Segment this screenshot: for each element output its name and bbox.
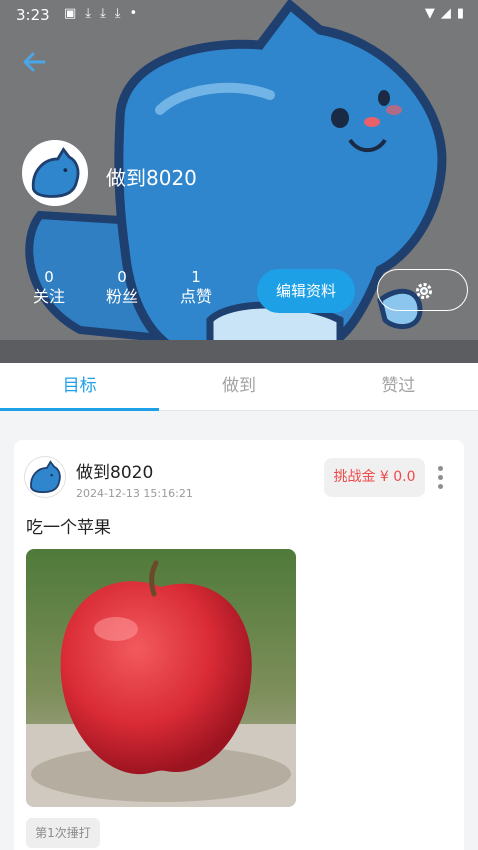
more-options-icon[interactable] (433, 464, 447, 492)
followers-stat[interactable]: 0 粉丝 (92, 268, 152, 308)
profile-username: 做到8020 (106, 166, 197, 190)
apple-photo (26, 549, 296, 807)
likes-stat[interactable]: 1 点赞 (166, 268, 226, 308)
cat-avatar-icon (24, 142, 86, 204)
post-timestamp: 2024-12-13 15:16:21 (76, 487, 193, 500)
post-card[interactable]: 做到8020 2024-12-13 15:16:21 挑战金 ¥ 0.0 吃一个… (14, 440, 464, 850)
settings-button[interactable] (377, 269, 468, 311)
back-arrow-icon (23, 52, 46, 72)
status-time: 3:23 (16, 6, 50, 24)
back-button[interactable] (18, 48, 50, 76)
profile-header: 3:23 ▣ ⤓ ⤓ ⤓ • ▼ ◢ ▮ 做到8020 0 关注 0 粉丝 1 … (0, 0, 478, 363)
checkin-count-tag: 第1次捶打 (26, 818, 100, 848)
tab-done[interactable]: 做到 (159, 363, 318, 410)
battery-icon: ▮ (456, 6, 464, 21)
gear-icon (416, 283, 432, 299)
download-icon: ⤓ (114, 6, 121, 21)
post-image[interactable] (26, 549, 296, 807)
status-bar: 3:23 ▣ ⤓ ⤓ ⤓ • ▼ ◢ ▮ (0, 0, 478, 30)
profile-tabs: 目标 做到 赞过 (0, 363, 478, 411)
tab-liked[interactable]: 赞过 (319, 363, 478, 410)
post-username[interactable]: 做到8020 (76, 458, 153, 483)
following-stat[interactable]: 0 关注 (19, 268, 79, 308)
post-avatar[interactable] (24, 456, 66, 498)
profile-avatar[interactable] (22, 140, 88, 206)
cat-avatar-icon (25, 457, 65, 497)
more-notifications-icon: • (129, 6, 138, 21)
tab-goals[interactable]: 目标 (0, 363, 160, 411)
download-icon: ⤓ (85, 6, 92, 21)
image-notification-icon: ▣ (64, 6, 77, 21)
challenge-money-badge[interactable]: 挑战金 ¥ 0.0 (324, 458, 425, 497)
edit-profile-button[interactable]: 编辑资料 (257, 269, 355, 313)
download-icon: ⤓ (100, 6, 106, 21)
signal-icon: ◢ (440, 6, 451, 21)
post-text: 吃一个苹果 (26, 518, 111, 538)
wifi-icon: ▼ (424, 6, 435, 21)
